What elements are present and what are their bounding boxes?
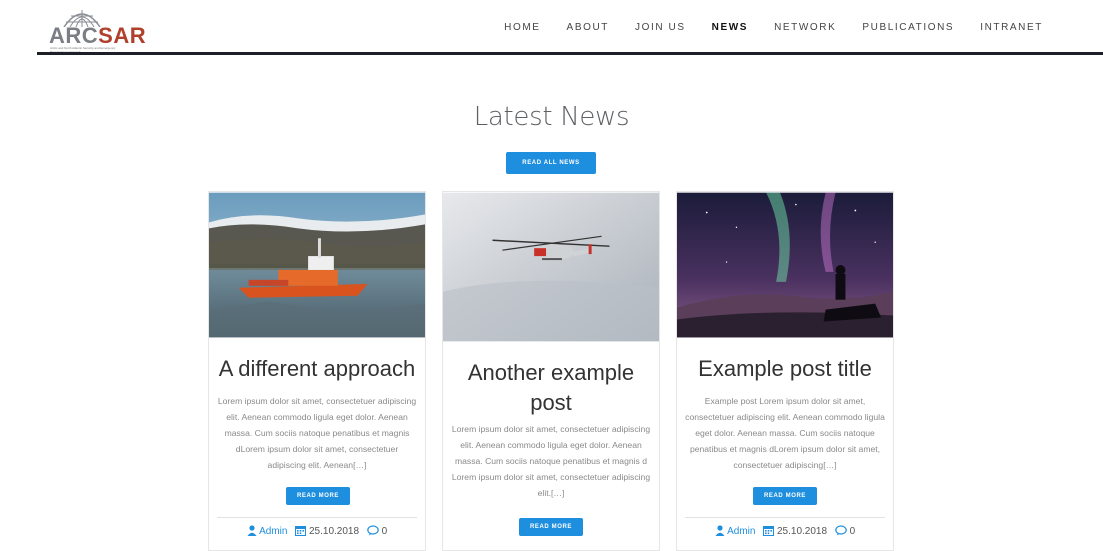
card-divider [217,517,417,518]
card-image-tugboat[interactable] [209,192,425,338]
calendar-icon [763,526,775,536]
comment-icon [835,525,847,536]
card-image-aurora[interactable] [677,192,893,338]
card-meta: Admin 25.10.2018 0 [209,525,425,537]
read-more-button[interactable]: READ MORE [753,487,817,505]
post-date: 25.10.2018 [308,526,360,537]
card-title[interactable]: Another example post [443,358,659,418]
card-excerpt: Example post Lorem ipsum dolor sit amet,… [685,396,885,470]
author-link[interactable]: Admin [727,526,755,537]
nav-network[interactable]: NETWORK [774,22,836,33]
nav-publications[interactable]: PUBLICATIONS [862,22,954,33]
card-image-helicopter[interactable] [443,192,659,342]
user-icon [247,525,257,536]
comment-count[interactable]: 0 [382,526,388,537]
nav-news[interactable]: NEWS [712,22,748,33]
card-divider [685,517,885,518]
site-header: ARCSAR Arctic and North Atlantic Securit… [0,0,1103,56]
author-link[interactable]: Admin [259,526,287,537]
logo-text-sar: SAR [98,23,147,48]
calendar-icon [295,526,307,536]
comment-count[interactable]: 0 [850,526,856,537]
site-logo[interactable]: ARCSAR Arctic and North Atlantic Securit… [48,7,146,53]
logo-text-arc: ARC [49,23,99,48]
nav-intranet[interactable]: INTRANET [980,22,1043,33]
card-title[interactable]: A different approach [209,354,425,384]
nav-about[interactable]: ABOUT [567,22,609,33]
section-title: Latest News [473,102,630,132]
nav-join-us[interactable]: JOIN US [635,22,686,33]
news-card: A different approach Lorem ipsum dolor s… [208,191,426,551]
card-title[interactable]: Example post title [677,354,893,384]
card-excerpt: Lorem ipsum dolor sit amet, consectetuer… [451,424,651,498]
read-more-button[interactable]: READ MORE [286,487,350,505]
comment-icon [367,525,379,536]
read-more-button[interactable]: READ MORE [519,518,583,536]
news-card: Example post title Example post Lorem ip… [676,191,894,551]
user-icon [715,525,725,536]
card-excerpt: Lorem ipsum dolor sit amet, consectetuer… [217,396,417,470]
news-card: Another example post Lorem ipsum dolor s… [442,191,660,551]
main-nav: HOME ABOUT JOIN US NEWS NETWORK PUBLICAT… [478,22,1043,33]
header-divider [37,52,1103,55]
logo-wordmark: ARCSAR [49,25,146,47]
read-all-news-button[interactable]: READ ALL NEWS [506,152,596,174]
post-date: 25.10.2018 [776,526,828,537]
card-meta: Admin 25.10.2018 0 [677,525,893,537]
nav-home[interactable]: HOME [504,22,540,33]
